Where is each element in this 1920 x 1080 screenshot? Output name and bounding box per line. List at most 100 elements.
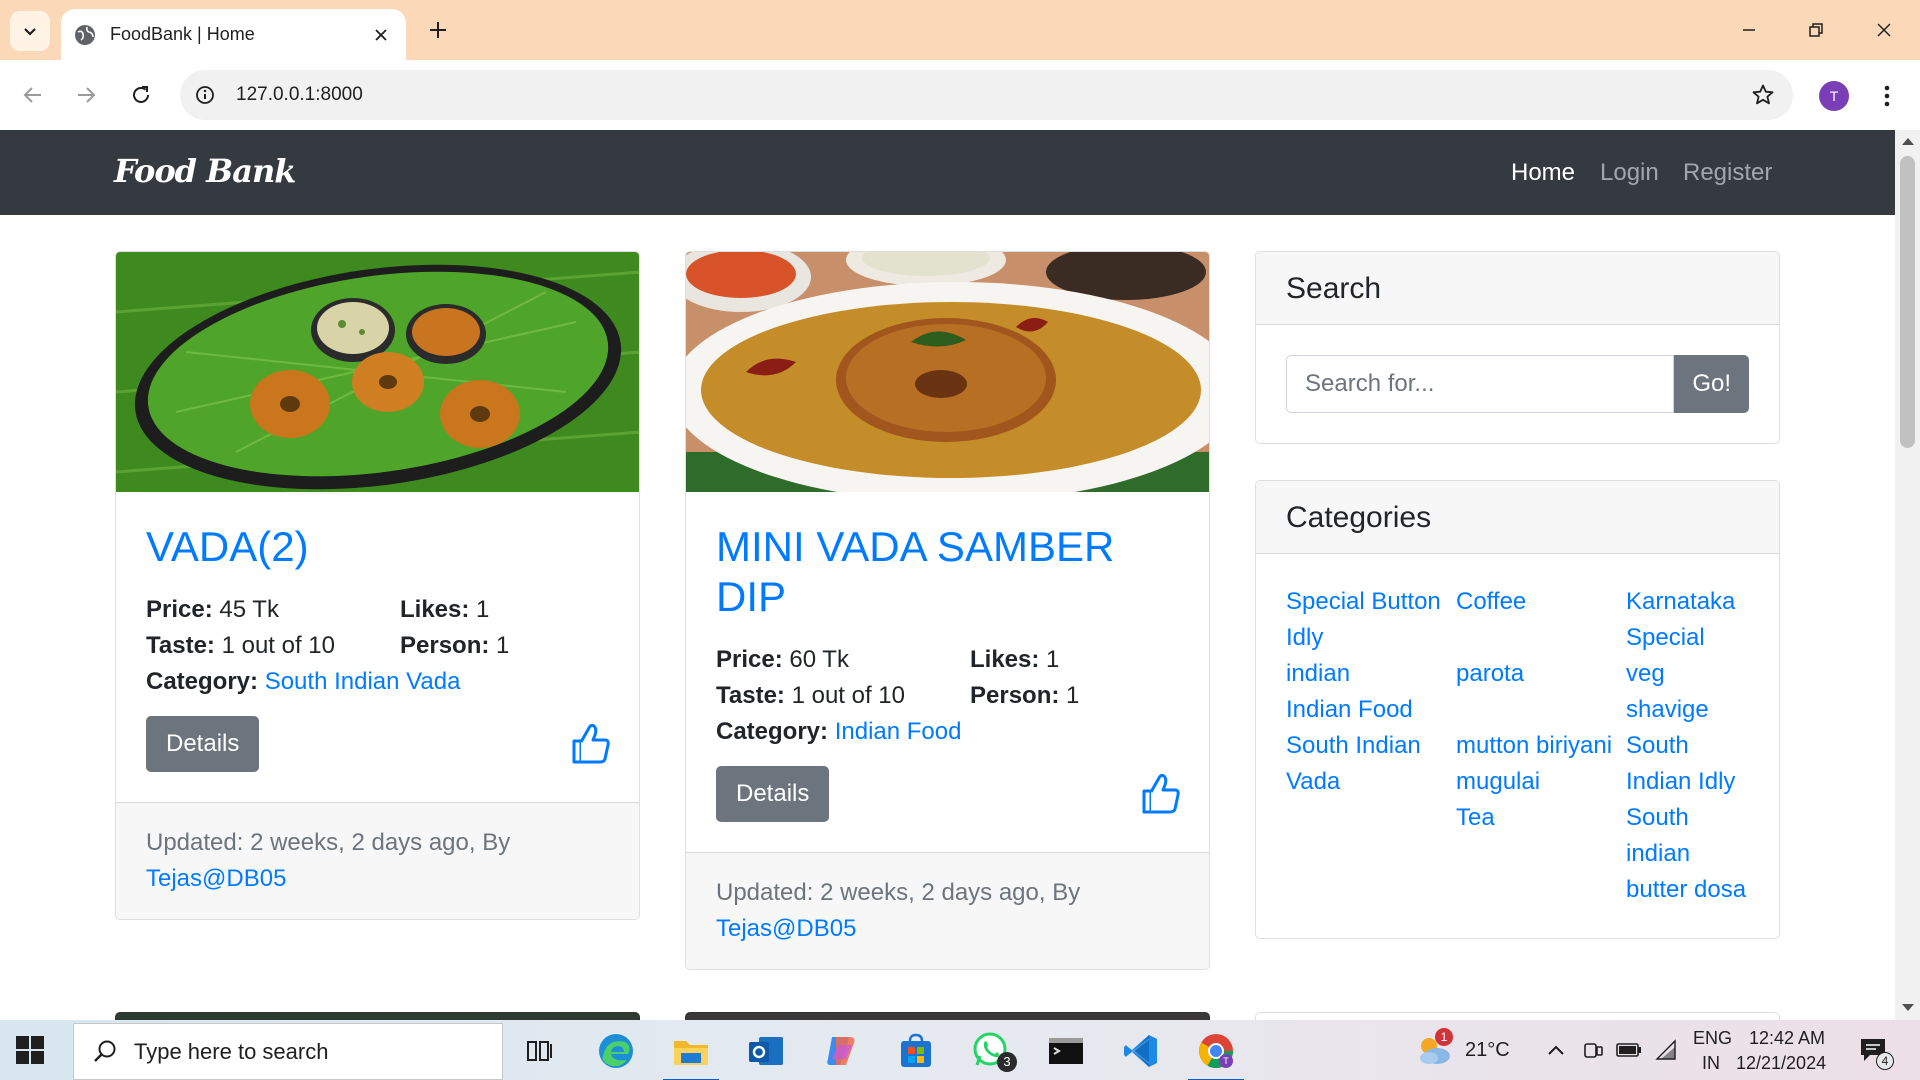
restore-button[interactable] [1796, 10, 1836, 50]
arrow-right-icon [78, 87, 96, 103]
category-link[interactable]: South indian butter dosa [1626, 800, 1749, 908]
minimize-icon [1743, 29, 1755, 31]
category-link[interactable]: Tea [1456, 800, 1626, 836]
task-view-button[interactable] [510, 1026, 570, 1076]
search-go-button[interactable]: Go! [1674, 355, 1749, 413]
tab-search-button[interactable] [10, 11, 50, 51]
category-link[interactable]: mugulai [1456, 764, 1626, 800]
author-link[interactable]: Tejas@DB05 [146, 861, 609, 897]
close-window-button[interactable] [1864, 10, 1904, 50]
price-value: 45 Tk [219, 596, 279, 623]
device-icon[interactable] [1582, 1039, 1604, 1061]
category-link[interactable]: Special Button Idly [1286, 584, 1456, 656]
notification-count: 4 [1876, 1052, 1894, 1070]
windows-start-icon[interactable] [14, 1034, 46, 1066]
scroll-up-arrow-icon[interactable] [1902, 138, 1914, 145]
category-link[interactable]: South Indian Vada [265, 668, 461, 695]
address-bar[interactable]: 127.0.0.1:8000 [180, 70, 1793, 120]
arrow-left-icon [23, 87, 41, 103]
search-input[interactable] [1286, 355, 1675, 413]
taskbar-search-box[interactable]: Type here to search [73, 1023, 503, 1080]
vscode-taskbar-app[interactable] [1111, 1026, 1171, 1076]
site-navbar: Food Bank Home Login Register [0, 130, 1895, 215]
category-link[interactable]: South Indian Idly [1626, 728, 1749, 800]
copilot-taskbar-app[interactable] [811, 1026, 871, 1076]
forward-button[interactable] [66, 75, 106, 115]
weather-badge: 1 [1435, 1028, 1453, 1046]
url-text: 127.0.0.1:8000 [236, 84, 363, 105]
post-image-vada[interactable] [116, 252, 639, 492]
terminal-icon [1049, 1038, 1083, 1064]
thumbs-up-icon[interactable] [571, 723, 611, 765]
more-menu-icon[interactable] [1870, 76, 1904, 116]
details-button[interactable]: Details [146, 716, 260, 772]
likes-value: 1 [1046, 646, 1060, 673]
category-link[interactable]: South Indian Vada [1286, 728, 1456, 800]
thumbs-up-icon[interactable] [1141, 773, 1181, 815]
reload-icon [133, 86, 149, 103]
minimize-button[interactable] [1729, 10, 1769, 50]
details-button[interactable]: Details [716, 766, 830, 822]
outlook-taskbar-app[interactable] [736, 1026, 796, 1076]
author-link[interactable]: Tejas@DB05 [716, 911, 1179, 947]
categories-column: Coffee parota mutton biriyani mugulai Te… [1456, 584, 1626, 908]
reload-button[interactable] [121, 75, 161, 115]
chrome-taskbar-app[interactable]: T [1186, 1026, 1246, 1080]
category-link[interactable]: Indian Food [1286, 692, 1456, 728]
bookmark-star-icon[interactable] [1745, 77, 1781, 113]
site-info-icon[interactable] [190, 80, 220, 110]
wifi-icon[interactable] [1654, 1039, 1678, 1061]
post-meta: Price: 60 Tk Likes: 1 Taste: 1 out of 10… [716, 642, 1179, 714]
post-image-mini-vada[interactable] [686, 252, 1209, 492]
page-scrollbar[interactable] [1895, 130, 1920, 1020]
temperature-text[interactable]: 21°C [1465, 1039, 1510, 1062]
battery-icon[interactable] [1616, 1042, 1642, 1058]
task-view-icon [527, 1041, 552, 1061]
back-button[interactable] [13, 75, 53, 115]
nav-home-link[interactable]: Home [1511, 159, 1575, 187]
store-taskbar-app[interactable] [886, 1026, 946, 1076]
person-value: 1 [1066, 682, 1080, 709]
chevron-up-icon[interactable] [1546, 1043, 1566, 1057]
post-card-next [685, 1012, 1210, 1020]
categories-widget: Categories Special Button Idly indian In… [1255, 480, 1780, 939]
category-link[interactable]: indian [1286, 656, 1456, 692]
clock-date[interactable]: 12/21/2024 [1736, 1053, 1826, 1074]
category-link[interactable]: veg shavige [1626, 656, 1749, 728]
edge-taskbar-app[interactable] [586, 1026, 646, 1076]
site-brand[interactable]: Food Bank [114, 152, 296, 190]
post-title[interactable]: MINI VADA SAMBER DIP [716, 522, 1179, 622]
likes-label: Likes: [970, 646, 1040, 673]
category-link[interactable]: Indian Food [835, 718, 962, 745]
clock-time[interactable]: 12:42 AM [1749, 1028, 1825, 1049]
category-link[interactable]: parota [1456, 656, 1626, 728]
post-meta: Price: 45 Tk Likes: 1 Taste: 1 out of 10… [146, 592, 609, 664]
sidebar-widget-next [1255, 1012, 1780, 1020]
categories-list: Special Button Idly indian Indian Food S… [1256, 554, 1779, 938]
whatsapp-taskbar-app[interactable]: 3 [961, 1026, 1021, 1076]
post-title[interactable]: VADA(2) [146, 522, 609, 572]
nav-register-link[interactable]: Register [1683, 159, 1772, 187]
browser-tab-active[interactable]: FoodBank | Home [61, 9, 406, 60]
category-link[interactable]: mutton biriyani [1456, 728, 1626, 764]
price-label: Price: [146, 596, 213, 623]
language-top[interactable]: ENG [1693, 1028, 1732, 1049]
nav-login-link[interactable]: Login [1600, 159, 1659, 187]
close-icon [1877, 23, 1891, 37]
close-tab-icon[interactable] [366, 20, 396, 50]
outlook-icon [749, 1037, 783, 1065]
new-tab-button[interactable] [421, 13, 455, 47]
file-explorer-taskbar-app[interactable] [661, 1026, 721, 1080]
profile-avatar[interactable]: T [1819, 81, 1849, 111]
categories-column: Special Button Idly indian Indian Food S… [1286, 584, 1456, 908]
scrollbar-thumb[interactable] [1900, 156, 1915, 448]
copilot-icon [827, 1037, 855, 1065]
category-link[interactable]: Karnataka Special [1626, 584, 1749, 656]
browser-toolbar: 127.0.0.1:8000 T [0, 60, 1920, 130]
terminal-taskbar-app[interactable] [1036, 1026, 1096, 1076]
language-bottom[interactable]: IN [1702, 1053, 1720, 1074]
post-card-next [115, 1012, 640, 1020]
scroll-down-arrow-icon[interactable] [1902, 1004, 1914, 1011]
category-link[interactable]: Coffee [1456, 584, 1626, 656]
post-footer: Updated: 2 weeks, 2 days ago, By Tejas@D… [116, 802, 639, 919]
